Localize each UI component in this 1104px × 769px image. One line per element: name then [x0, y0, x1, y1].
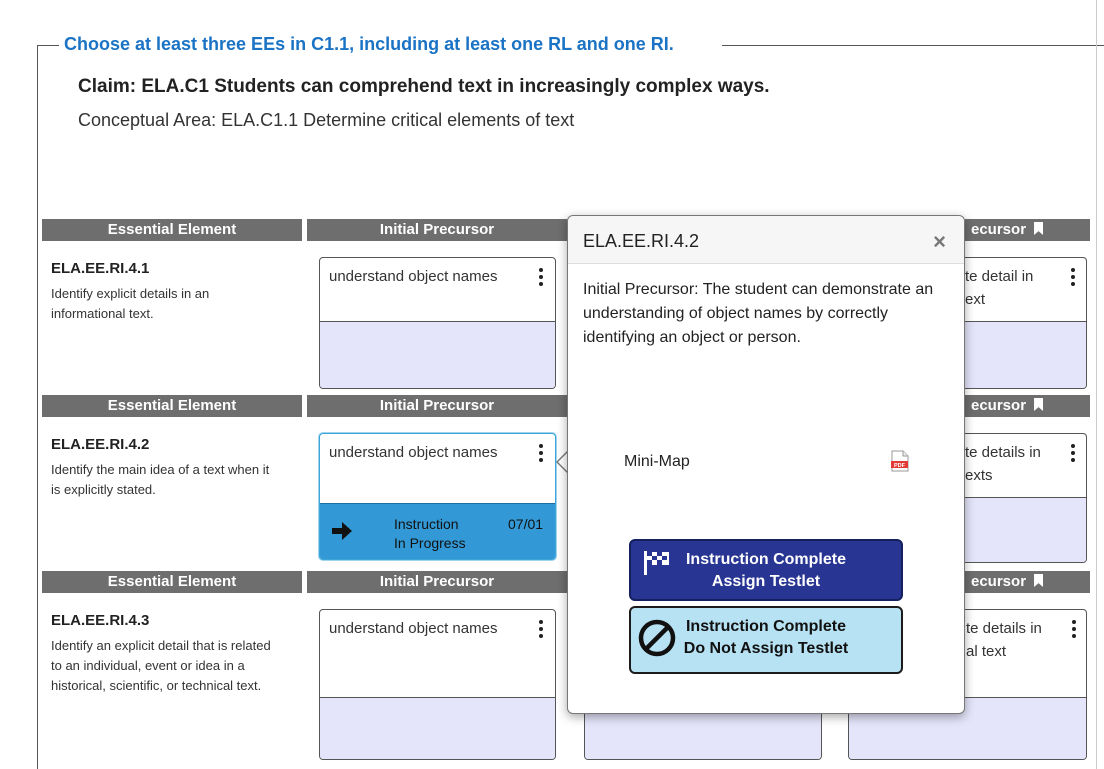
card-status-empty [320, 697, 555, 759]
card-text-line1: te details in [966, 620, 1042, 637]
header-essential-element: Essential Element [42, 395, 302, 417]
ee-description: Identify the main idea of a text when it… [51, 462, 270, 497]
pdf-file-icon[interactable]: PDF [890, 450, 910, 472]
ee-code: ELA.EE.RI.4.1 [51, 260, 150, 277]
ee-popover: ELA.EE.RI.4.2 × Initial Precursor: The s… [567, 215, 965, 714]
assign-line1: Instruction Complete [685, 551, 846, 568]
card-text-line2: exts [965, 467, 993, 484]
kebab-menu-icon[interactable] [539, 444, 543, 465]
mini-map-link[interactable]: Mini-Map [624, 453, 690, 471]
prohibited-icon [638, 619, 676, 657]
header-essential-element: Essential Element [42, 571, 302, 593]
header-right-precursor: ecursor [965, 219, 1090, 241]
ee-description: Identify explicit details in an informat… [51, 286, 210, 321]
header-right-precursor-label: ecursor [971, 221, 1027, 238]
fieldset-border-left [37, 45, 38, 769]
card-text: understand object names [329, 444, 498, 461]
bookmark-icon[interactable] [1034, 574, 1044, 587]
checkered-flag-icon [644, 551, 669, 575]
status-line1: Instruction [394, 516, 459, 532]
header-initial-precursor: Initial Precursor [307, 571, 567, 593]
card-text-line2: al text [966, 643, 1007, 660]
instruction-complete-assign-testlet-button[interactable]: Instruction Complete Assign Testlet [629, 539, 903, 601]
header-right-precursor: ecursor [965, 395, 1090, 417]
kebab-menu-icon[interactable] [1072, 620, 1076, 641]
header-right-precursor: ecursor [965, 571, 1090, 593]
fieldset-border-top-right [722, 45, 1104, 46]
card-text-line1: te details in [965, 444, 1041, 461]
initial-precursor-card[interactable]: understand object names [319, 609, 556, 760]
instruction-complete-do-not-assign-button[interactable]: Instruction Complete Do Not Assign Testl… [629, 606, 903, 674]
arrow-right-icon [332, 522, 352, 540]
kebab-menu-icon[interactable] [1071, 268, 1075, 289]
assign-line2: Assign Testlet [711, 573, 821, 590]
header-initial-precursor: Initial Precursor [307, 395, 567, 417]
status-date: 07/01 [508, 516, 544, 532]
card-text-line2: ext [965, 291, 986, 308]
claim-heading: Claim: ELA.C1 Students can comprehend te… [78, 76, 770, 97]
close-icon[interactable]: × [933, 229, 946, 255]
bookmark-icon[interactable] [1034, 222, 1044, 235]
conceptual-area: Conceptual Area: ELA.C1.1 Determine crit… [78, 110, 575, 130]
card-text: understand object names [329, 620, 498, 637]
ee-description: Identify an explicit detail that is rela… [51, 638, 271, 693]
page: Choose at least three EEs in C1.1, inclu… [0, 0, 1104, 769]
status-line2: In Progress [394, 535, 466, 551]
card-status-empty [320, 321, 555, 388]
header-initial-precursor: Initial Precursor [307, 219, 567, 241]
card-text: understand object names [329, 268, 498, 285]
bookmark-icon[interactable] [1034, 398, 1044, 411]
kebab-menu-icon[interactable] [1071, 444, 1075, 465]
initial-precursor-card[interactable]: understand object names [319, 257, 556, 389]
initial-precursor-card-selected[interactable]: understand object names Instruction In P… [319, 433, 556, 560]
fieldset-legend: Choose at least three EEs in C1.1, inclu… [60, 34, 678, 55]
popover-header: ELA.EE.RI.4.2 × [568, 216, 964, 264]
header-right-precursor-label: ecursor [971, 573, 1027, 590]
instruction-in-progress-status[interactable]: Instruction In Progress 07/01 [320, 503, 555, 559]
ee-code: ELA.EE.RI.4.3 [51, 612, 150, 629]
popover-title: ELA.EE.RI.4.2 [583, 231, 700, 251]
header-essential-element: Essential Element [42, 219, 302, 241]
right-divider [1096, 0, 1097, 769]
header-right-precursor-label: ecursor [971, 397, 1027, 414]
pdf-icon-label: PDF [894, 463, 906, 469]
fieldset-border-top-left [37, 45, 59, 46]
popover-description: Initial Precursor: The student can demon… [583, 281, 934, 346]
kebab-menu-icon[interactable] [539, 620, 543, 641]
card-text-line1: te detail in [965, 268, 1034, 285]
ee-code: ELA.EE.RI.4.2 [51, 436, 150, 453]
kebab-menu-icon[interactable] [539, 268, 543, 289]
